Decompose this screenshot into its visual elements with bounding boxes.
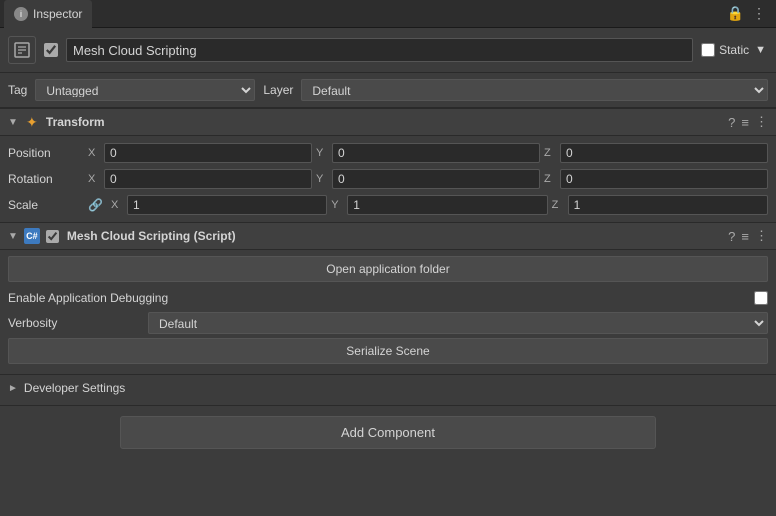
script-icon: C#: [24, 228, 40, 244]
transform-help-button[interactable]: ?: [728, 115, 735, 130]
transform-menu-button[interactable]: ⋮: [755, 114, 768, 130]
position-label: Position: [8, 146, 88, 160]
enable-debug-checkbox[interactable]: [754, 291, 768, 305]
add-component-button[interactable]: Add Component: [120, 416, 656, 449]
rot-y-input[interactable]: [332, 169, 540, 189]
pos-x-input[interactable]: [104, 143, 312, 163]
transform-body: Position X Y Z Rotation X Y Z Scale 🔗 X …: [0, 136, 776, 222]
scl-y-input[interactable]: [347, 195, 547, 215]
script-section-header[interactable]: ▼ C# Mesh Cloud Scripting (Script) ? ≡ ⋮: [0, 222, 776, 250]
tag-layer-row: Tag Untagged Layer Default: [0, 73, 776, 108]
object-enabled-checkbox[interactable]: [44, 43, 58, 57]
transform-chevron-icon: ▼: [8, 117, 18, 128]
rot-z-label: Z: [544, 173, 556, 185]
enable-debug-label: Enable Application Debugging: [8, 291, 754, 305]
position-row: Position X Y Z: [8, 140, 768, 166]
rotation-row: Rotation X Y Z: [8, 166, 768, 192]
scl-x-label: X: [111, 199, 123, 211]
script-menu-button[interactable]: ⋮: [755, 228, 768, 244]
scl-x-input[interactable]: [127, 195, 327, 215]
add-component-area: Add Component: [0, 405, 776, 459]
serialize-scene-button[interactable]: Serialize Scene: [8, 338, 768, 364]
transform-icon: ✦: [24, 114, 40, 130]
script-enabled-checkbox[interactable]: [46, 230, 59, 243]
pos-y-label: Y: [316, 147, 328, 159]
layer-label: Layer: [263, 83, 293, 97]
script-title: Mesh Cloud Scripting (Script): [67, 229, 722, 243]
script-actions: ? ≡ ⋮: [728, 228, 768, 244]
tag-select[interactable]: Untagged: [35, 79, 255, 101]
position-xyz-group: X Y Z: [88, 143, 768, 163]
scale-lock-icon: 🔗: [88, 198, 103, 212]
lock-button[interactable]: 🔒: [727, 5, 744, 22]
tag-label: Tag: [8, 83, 27, 97]
script-help-button[interactable]: ?: [728, 229, 735, 244]
rot-x-input[interactable]: [104, 169, 312, 189]
scl-y-label: Y: [331, 199, 343, 211]
pos-z-label: Z: [544, 147, 556, 159]
rot-y-label: Y: [316, 173, 328, 185]
verbosity-select[interactable]: Default: [148, 312, 768, 334]
scl-z-label: Z: [552, 199, 564, 211]
rotation-label: Rotation: [8, 172, 88, 186]
developer-settings-header[interactable]: ► Developer Settings: [0, 374, 776, 401]
transform-title: Transform: [46, 115, 722, 129]
transform-settings-button[interactable]: ≡: [741, 115, 749, 130]
static-label: Static: [719, 43, 749, 57]
scale-label: Scale: [8, 198, 88, 212]
transform-section-header[interactable]: ▼ ✦ Transform ? ≡ ⋮: [0, 108, 776, 136]
object-header: Static ▼: [0, 28, 776, 73]
scl-z-input[interactable]: [568, 195, 768, 215]
layer-select[interactable]: Default: [301, 79, 768, 101]
rot-x-label: X: [88, 173, 100, 185]
open-folder-button[interactable]: Open application folder: [8, 256, 768, 282]
tab-menu-button[interactable]: ⋮: [752, 5, 766, 22]
object-name-input[interactable]: [66, 38, 693, 62]
rot-z-input[interactable]: [560, 169, 768, 189]
verbosity-row: Verbosity Default: [8, 312, 768, 334]
tab-actions: 🔒 ⋮: [727, 5, 772, 22]
pos-y-input[interactable]: [332, 143, 540, 163]
dev-settings-chevron-icon: ►: [8, 383, 18, 394]
rotation-xyz-group: X Y Z: [88, 169, 768, 189]
script-settings-button[interactable]: ≡: [741, 229, 749, 244]
script-chevron-icon: ▼: [8, 231, 18, 242]
tab-bar: i Inspector 🔒 ⋮: [0, 0, 776, 28]
transform-actions: ? ≡ ⋮: [728, 114, 768, 130]
developer-settings-label: Developer Settings: [24, 381, 125, 395]
pos-z-input[interactable]: [560, 143, 768, 163]
enable-debug-row: Enable Application Debugging: [8, 288, 768, 308]
scale-xyz-group: 🔗 X Y Z: [88, 195, 768, 215]
inspector-tab-icon: i: [14, 7, 28, 21]
verbosity-label: Verbosity: [8, 316, 148, 330]
static-dropdown-button[interactable]: ▼: [753, 44, 768, 56]
inspector-tab[interactable]: i Inspector: [4, 0, 92, 28]
pos-x-label: X: [88, 147, 100, 159]
static-checkbox[interactable]: [701, 43, 715, 57]
script-body: Open application folder Enable Applicati…: [0, 250, 776, 374]
scale-row: Scale 🔗 X Y Z: [8, 192, 768, 218]
inspector-tab-label: Inspector: [33, 7, 82, 21]
object-icon: [8, 36, 36, 64]
static-group: Static ▼: [701, 43, 768, 57]
